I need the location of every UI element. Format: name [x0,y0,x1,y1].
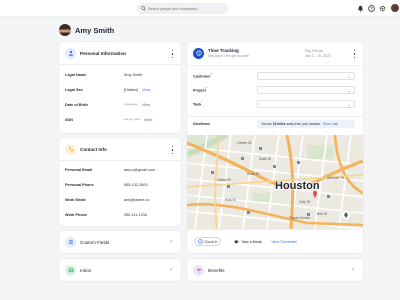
map-street-label: Bell St [317,212,327,216]
customer-select[interactable]: ⌄ [257,72,355,80]
geofence-label: Geofence [193,122,211,126]
user-avatar[interactable] [391,4,399,12]
geofence-notice: You are 15 miles away from your location… [257,120,355,128]
view-timesheet-link[interactable]: View Timesheet [269,237,299,246]
map-street-label: Webster St [327,176,344,180]
search-icon [141,6,146,11]
map-graphic: Center St State St Dallas St Rusk St Pol… [187,135,363,229]
page-title: Amy Smith [75,25,115,35]
view-dob-link[interactable]: View [142,103,150,107]
umbrella-icon [193,264,204,276]
clock-icon [193,47,204,59]
chevron-down-icon: ⌄ [347,102,351,107]
map-street-label: Clay St [299,200,310,204]
divider [187,229,363,230]
benefits-card[interactable]: Benefits › [187,259,363,281]
chevron-right-icon: › [170,267,172,273]
work-email-row: Work Email amy@acme.co [65,198,150,202]
work-phone-row: Work Phone 555-111-1234 [65,213,148,217]
svg-text:?: ? [370,6,373,11]
avatar [59,24,71,36]
bell-icon[interactable] [357,5,364,12]
time-tracking-subtitle: Hey Amy! Let's get to work! [208,54,249,58]
more-options-icon[interactable] [171,146,174,154]
ssn-row: SSN ***-**-**** View [65,118,152,122]
clock-icon [197,239,203,244]
phone-icon [65,143,76,155]
inbox-icon [65,264,76,276]
project-select[interactable]: ⌄ [257,86,355,94]
take-break-button[interactable]: Take a Break [231,237,265,246]
view-legal-sex-link[interactable]: View [142,88,150,92]
more-options-icon[interactable] [171,50,174,58]
view-ssn-link[interactable]: View [144,118,152,122]
dob-row: Date of Birth **/**/**** View [65,103,151,107]
chevron-right-icon: › [352,267,354,273]
list-icon [65,236,76,248]
map-city-label: Houston [275,180,320,192]
chevron-down-icon: ⌄ [347,88,351,93]
time-tracking-card: Time Tracking Hey Amy! Let's get to work… [187,42,363,253]
search-bar[interactable] [137,3,228,14]
map-street-label: Center St [237,141,251,145]
custom-fields-title: Custom Fields [80,239,110,245]
map-street-label: Rusk St [247,172,259,176]
personal-email-row: Personal Email amy.s@gmail.com [65,168,155,172]
coffee-icon [234,240,239,244]
personal-phone-row: Personal Phone 655-132-3000 [65,183,148,187]
pay-period: Pay Period Jan 1 - 15, 2022 [305,49,331,58]
legal-sex-row: Legal Sex [Hidden] View [65,88,151,92]
location-map[interactable]: Center St State St Dallas St Rusk St Pol… [187,135,363,229]
map-street-label: State St [259,157,271,161]
contact-info-title: Contact Info [80,146,107,152]
chevron-down-icon: ⌄ [347,74,351,79]
legal-name-row: Legal Name Amy Smith [65,73,143,77]
settings-icon[interactable] [379,5,386,12]
benefits-title: Benefits [208,267,225,273]
help-icon[interactable]: ? [368,5,375,12]
personal-info-title: Personal Information [80,50,126,56]
show-map-link[interactable]: Show map [323,122,338,126]
divider [187,116,363,117]
top-bar: ? [0,0,400,17]
personal-info-card: Personal Information Legal Name Amy Smit… [59,42,181,133]
chevron-right-icon: › [170,239,172,245]
inbox-title: Inbox [80,267,92,273]
person-icon [65,47,76,59]
time-tracking-title: Time Tracking [208,48,239,53]
divider [59,160,181,161]
inbox-card[interactable]: Inbox › [59,259,181,281]
divider [187,65,363,66]
task-select[interactable]: ⌄ [257,100,355,108]
map-street-label: Dallas St [217,178,231,182]
map-street-label: Toyota Center [289,216,311,220]
clock-in-button[interactable]: Clock In [194,237,221,246]
profile-header: Amy Smith [59,23,114,37]
custom-fields-card[interactable]: Custom Fields › [59,231,181,253]
map-street-label: Polk St [225,198,236,202]
divider [59,64,181,65]
search-input[interactable] [148,6,228,11]
more-options-icon[interactable] [353,50,356,58]
contact-info-card: Contact Info Personal Email amy.s@gmail.… [59,138,181,226]
